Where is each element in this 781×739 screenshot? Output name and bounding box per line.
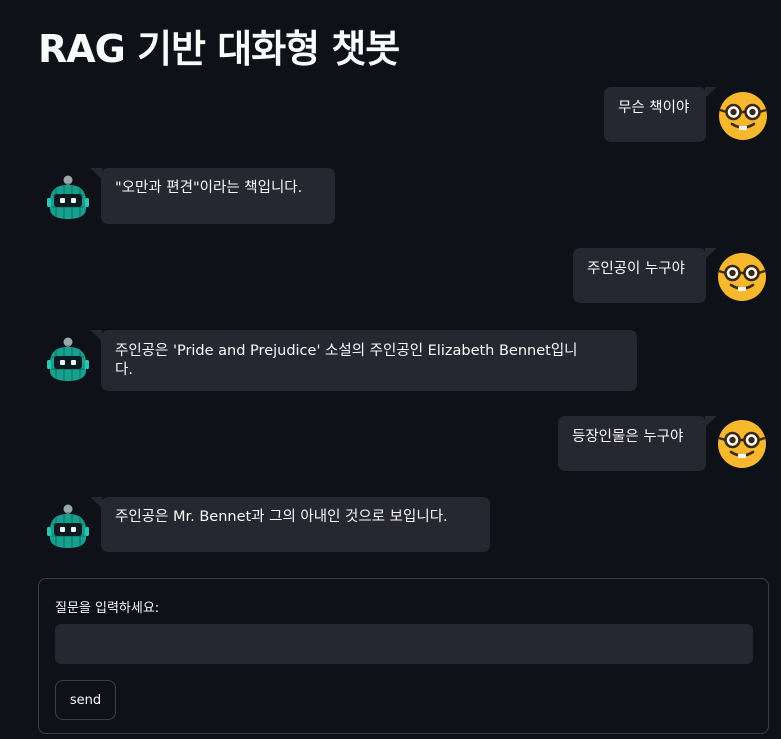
nerd-face-emoji-icon	[717, 90, 769, 142]
message-text: 무슨 책이야	[618, 100, 690, 116]
user-message-bubble: 등장인물은 누구야	[558, 416, 717, 471]
question-label: 질문을 입력하세요:	[55, 601, 160, 616]
nerd-face-emoji-icon	[716, 418, 768, 470]
page-title: RAG 기반 대화형 챗봇	[38, 27, 400, 71]
bot-message-bubble: 주인공은 Mr. Bennet과 그의 아내인 것으로 보입니다.	[90, 497, 490, 552]
message-text-line: 다.	[115, 362, 133, 378]
user-message-bubble: 무슨 책이야	[604, 87, 717, 142]
question-input[interactable]	[55, 624, 753, 664]
message-text: 등장인물은 누구야	[572, 429, 684, 445]
message-text: 주인공이 누구야	[587, 261, 685, 277]
robot-avatar-icon	[46, 336, 90, 382]
bot-message-bubble: 주인공은 'Pride and Prejudice' 소설의 주인공인 Eliz…	[90, 330, 637, 391]
message-text-line: 주인공은 'Pride and Prejudice' 소설의 주인공인 Eliz…	[115, 343, 578, 359]
bot-message-bubble: "오만과 편견"이라는 책입니다.	[90, 168, 335, 224]
nerd-face-emoji-icon	[716, 251, 768, 303]
message-text: 주인공은 Mr. Bennet과 그의 아내인 것으로 보입니다.	[115, 509, 448, 525]
question-form: 질문을 입력하세요: send	[38, 578, 769, 734]
message-text: "오만과 편견"이라는 책입니다.	[115, 180, 303, 196]
robot-avatar-icon	[46, 503, 90, 549]
robot-avatar-icon	[46, 174, 90, 220]
send-button[interactable]: send	[55, 680, 116, 720]
user-message-bubble: 주인공이 누구야	[573, 248, 717, 303]
